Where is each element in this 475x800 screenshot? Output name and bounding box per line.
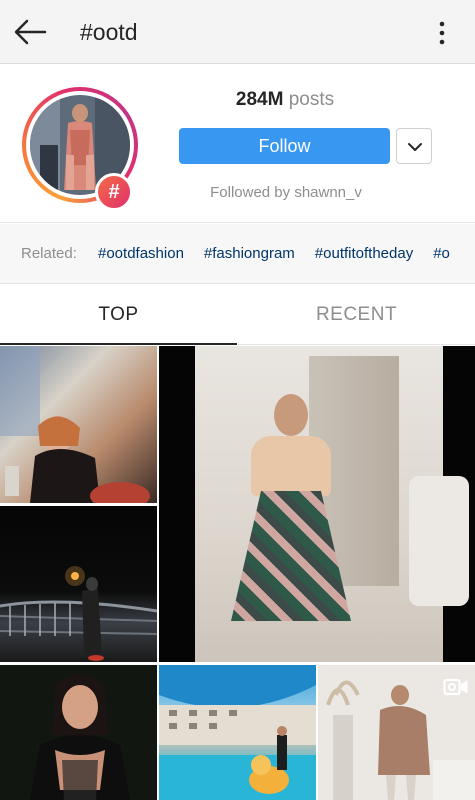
more-vertical-icon[interactable] <box>434 20 450 46</box>
related-hashtags-bar: Related: #ootdfashion #fashiongram #outfit… <box>0 224 475 284</box>
post-thumbnail[interactable] <box>318 665 475 800</box>
posts-count: 284M posts <box>180 89 390 111</box>
hashtag-header: # 284M posts Follow Followed by shawnn_v <box>0 65 475 223</box>
follow-button[interactable]: Follow <box>179 128 390 164</box>
related-label: Related: <box>21 245 77 262</box>
hashtag-badge: # <box>95 173 133 211</box>
posts-number: 284M <box>235 89 284 110</box>
tab-recent[interactable]: RECENT <box>238 285 475 345</box>
followed-by-text[interactable]: Followed by shawnn_v <box>180 184 392 201</box>
post-thumbnail-featured[interactable] <box>159 346 475 662</box>
follow-dropdown-button[interactable] <box>396 128 432 164</box>
video-icon <box>443 678 468 696</box>
post-thumbnail[interactable] <box>0 506 157 662</box>
top-bar: #ootd <box>0 0 475 64</box>
related-tag[interactable]: #fashiongram <box>204 245 295 262</box>
post-thumbnail[interactable] <box>0 665 157 800</box>
back-arrow-icon[interactable] <box>12 16 48 48</box>
related-tags: #ootdfashion #fashiongram #outfitoftheday #… <box>98 245 470 262</box>
related-tag[interactable]: #o <box>433 245 450 262</box>
feed-tabs: TOP RECENT <box>0 285 475 345</box>
post-grid <box>0 346 475 800</box>
tab-top[interactable]: TOP <box>0 285 237 345</box>
posts-label: posts <box>288 89 335 110</box>
chevron-down-icon <box>408 143 422 151</box>
related-tag[interactable]: #ootdfashion <box>98 245 184 262</box>
post-thumbnail[interactable] <box>159 665 316 800</box>
related-tag[interactable]: #outfitoftheday <box>315 245 413 262</box>
page-title: #ootd <box>80 19 138 45</box>
post-thumbnail[interactable] <box>0 346 157 503</box>
